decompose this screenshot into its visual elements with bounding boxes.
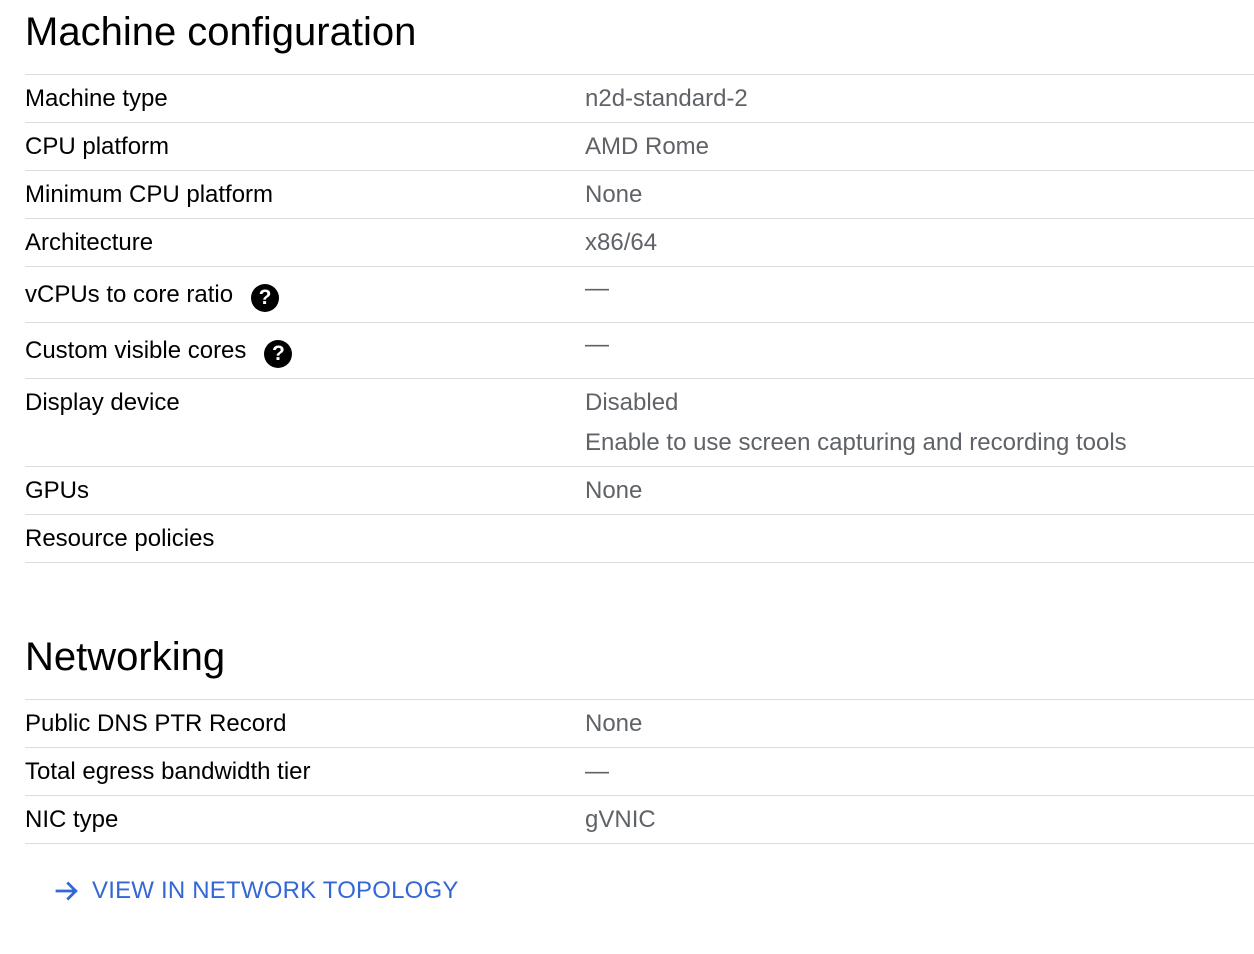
topology-link-label: VIEW IN NETWORK TOPOLOGY bbox=[92, 877, 459, 904]
page: Machine configuration Machine type n2d-s… bbox=[0, 0, 1254, 954]
row-label: Minimum CPU platform bbox=[25, 181, 274, 208]
row-value: Disabled bbox=[585, 389, 679, 416]
row-value: None bbox=[585, 710, 643, 737]
row-label: Custom visible cores bbox=[25, 337, 247, 364]
row-label-container: Custom visible cores ? bbox=[25, 323, 585, 378]
row-subvalue: Enable to use screen capturing and recor… bbox=[585, 429, 1127, 456]
row-value: n2d-standard-2 bbox=[585, 85, 748, 112]
row-label: vCPUs to core ratio bbox=[25, 281, 234, 308]
table-row-display-device: Display device Disabled Enable to use sc… bbox=[25, 379, 1254, 467]
row-label: CPU platform bbox=[25, 133, 170, 160]
table-row-resource-policies: Resource policies bbox=[25, 515, 1254, 563]
table-row-custom-visible-cores: Custom visible cores ? — bbox=[25, 323, 1254, 379]
table-row-architecture: Architecture x86/64 bbox=[25, 219, 1254, 267]
help-icon[interactable]: ? bbox=[251, 284, 280, 312]
machine-configuration-title: Machine configuration bbox=[25, 10, 417, 54]
machine-configuration-table: Machine type n2d-standard-2 CPU platform… bbox=[25, 74, 1254, 563]
row-label: NIC type bbox=[25, 806, 119, 833]
row-value bbox=[585, 515, 1254, 562]
row-label: GPUs bbox=[25, 477, 90, 504]
table-row-machine-type: Machine type n2d-standard-2 bbox=[25, 75, 1254, 123]
row-label: Public DNS PTR Record bbox=[25, 710, 287, 737]
table-row-cpu-platform: CPU platform AMD Rome bbox=[25, 123, 1254, 171]
view-in-network-topology-link[interactable]: VIEW IN NETWORK TOPOLOGY bbox=[52, 876, 459, 906]
row-label: Architecture bbox=[25, 229, 154, 256]
row-value: gVNIC bbox=[585, 806, 656, 833]
arrow-right-icon bbox=[55, 881, 78, 901]
table-row-vcpus-to-core-ratio: vCPUs to core ratio ? — bbox=[25, 267, 1254, 323]
row-value: None bbox=[585, 181, 643, 208]
row-value-container: Disabled Enable to use screen capturing … bbox=[585, 379, 1254, 466]
table-row-total-egress-bandwidth-tier: Total egress bandwidth tier — bbox=[25, 748, 1254, 796]
row-label: Resource policies bbox=[25, 525, 215, 552]
table-row-gpus: GPUs None bbox=[25, 467, 1254, 515]
help-icon[interactable]: ? bbox=[264, 340, 293, 368]
row-label: Display device bbox=[25, 389, 180, 416]
row-label: Machine type bbox=[25, 85, 168, 112]
row-value: None bbox=[585, 477, 643, 504]
row-label: Total egress bandwidth tier bbox=[25, 758, 311, 785]
row-value: AMD Rome bbox=[585, 133, 710, 160]
networking-title: Networking bbox=[25, 635, 226, 679]
table-row-public-dns-ptr-record: Public DNS PTR Record None bbox=[25, 700, 1254, 748]
row-value: x86/64 bbox=[585, 229, 658, 256]
row-label-container: vCPUs to core ratio ? bbox=[25, 267, 585, 322]
row-value: — bbox=[585, 758, 609, 785]
table-row-nic-type: NIC type gVNIC bbox=[25, 796, 1254, 844]
table-row-minimum-cpu-platform: Minimum CPU platform None bbox=[25, 171, 1254, 219]
row-value: — bbox=[585, 275, 609, 302]
row-value: — bbox=[585, 331, 609, 358]
networking-table: Public DNS PTR Record None Total egress … bbox=[25, 699, 1254, 844]
